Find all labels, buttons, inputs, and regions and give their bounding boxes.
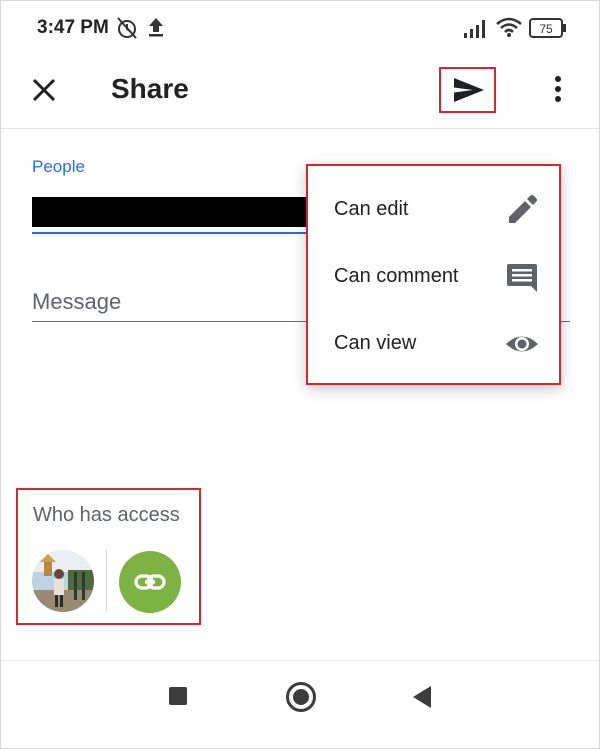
recents-square-icon[interactable] <box>169 687 187 705</box>
more-vert-icon <box>547 76 569 109</box>
link-sharing-button[interactable] <box>119 551 181 613</box>
close-button[interactable] <box>27 73 61 107</box>
upload-icon <box>147 15 165 44</box>
menu-item-can-comment[interactable]: Can comment <box>308 243 559 309</box>
close-icon <box>27 78 61 111</box>
battery-level: 75 <box>539 22 553 36</box>
pencil-icon <box>505 193 539 227</box>
eye-icon <box>505 327 539 361</box>
app-bar: Share <box>1 57 599 129</box>
battery-icon: 75 <box>529 17 567 44</box>
avatar[interactable] <box>32 550 94 612</box>
people-label: People <box>32 157 85 176</box>
comment-icon <box>505 260 539 294</box>
who-has-access-title: Who has access <box>33 504 180 526</box>
alarm-off-icon <box>115 15 139 46</box>
menu-item-label: Can edit <box>334 198 409 220</box>
menu-item-label: Can view <box>334 332 417 354</box>
access-divider <box>106 550 107 612</box>
menu-item-can-edit[interactable]: Can edit <box>308 176 559 242</box>
menu-item-can-view[interactable]: Can view <box>308 310 559 376</box>
wifi-icon <box>495 16 523 43</box>
home-circle-icon[interactable] <box>286 682 316 712</box>
send-button[interactable] <box>439 67 496 113</box>
role-menu: Can edit Can comment Can view <box>306 164 561 385</box>
people-input-redacted[interactable] <box>32 197 322 227</box>
system-nav-bar <box>1 660 599 748</box>
status-time: 3:47 PM <box>37 17 109 38</box>
who-has-access-section[interactable]: Who has access <box>16 488 201 625</box>
menu-item-label: Can comment <box>334 265 459 287</box>
page-title: Share <box>111 73 189 104</box>
share-screen: 3:47 PM 75 Share People Message Can edit… <box>0 0 600 749</box>
back-triangle-icon[interactable] <box>413 686 431 708</box>
signal-icon <box>463 17 489 44</box>
status-bar: 3:47 PM 75 <box>1 1 599 57</box>
more-options-button[interactable] <box>547 73 569 105</box>
people-input-underline <box>32 232 322 234</box>
